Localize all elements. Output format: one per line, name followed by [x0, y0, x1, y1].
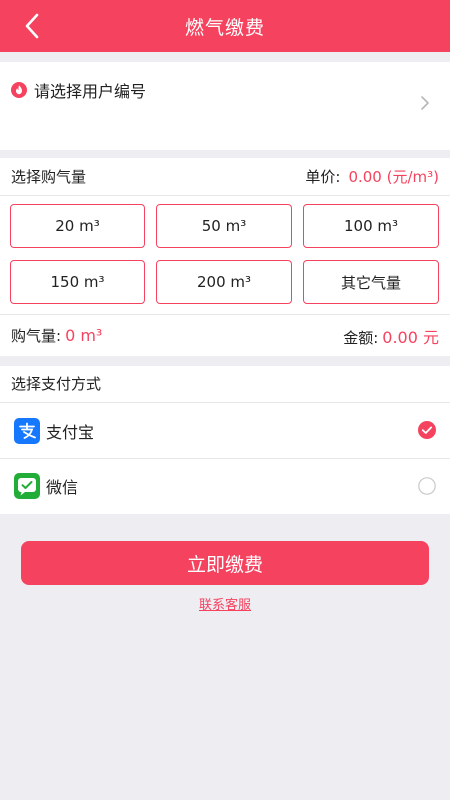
volume-option-100[interactable]: 100 m³	[303, 204, 439, 248]
gas-amount-label: 购气量:	[11, 327, 62, 345]
payment-section: 选择支付方式 支付宝 微信	[0, 366, 450, 514]
payment-method-name: 支付宝	[46, 422, 95, 442]
purchase-summary: 购气量: 0 m³ 金额: 0.00 元	[0, 314, 450, 356]
volume-option-150[interactable]: 150 m³	[10, 260, 145, 304]
purchase-section-title: 选择购气量	[11, 168, 87, 186]
page-title: 燃气缴费	[184, 16, 265, 39]
chevron-left-icon	[25, 13, 39, 39]
total-amount: 金额: 0.00 元	[343, 324, 439, 348]
unit-price-value: 0.00 (元/m³)	[348, 168, 439, 186]
volume-options: 20 m³ 50 m³ 100 m³ 150 m³ 200 m³ 其它气量	[10, 204, 440, 304]
account-label: 请选择用户编号	[34, 82, 147, 101]
gas-amount: 购气量: 0 m³	[11, 325, 102, 346]
gas-amount-value: 0 m³	[65, 326, 103, 345]
chevron-right-icon	[420, 95, 430, 115]
alipay-icon	[14, 417, 40, 444]
payment-method-name: 微信	[46, 478, 79, 497]
payment-method-alipay[interactable]: 支付宝	[0, 403, 450, 458]
flame-icon	[11, 82, 27, 98]
pay-now-button[interactable]: 立即缴费	[21, 541, 429, 585]
back-button[interactable]	[18, 12, 46, 40]
total-amount-label: 金额:	[343, 328, 379, 347]
unit-price: 单价: 0.00 (元/m³)	[305, 166, 439, 187]
payment-section-title: 选择支付方式	[0, 366, 450, 403]
account-selector[interactable]: 请选择用户编号	[0, 62, 450, 150]
radio-unchecked-icon[interactable]	[418, 477, 436, 495]
total-amount-value: 0.00 元	[382, 327, 439, 347]
payment-method-wechat[interactable]: 微信	[0, 458, 450, 513]
contact-support-link[interactable]: 联系客服	[0, 594, 450, 613]
purchase-header: 选择购气量 单价: 0.00 (元/m³)	[0, 158, 450, 196]
purchase-section: 选择购气量 单价: 0.00 (元/m³) 20 m³ 50 m³ 100 m³ …	[0, 158, 450, 356]
radio-checked-icon[interactable]	[418, 421, 436, 439]
volume-option-20[interactable]: 20 m³	[10, 204, 145, 248]
header-bar: 燃气缴费	[0, 0, 450, 52]
wechat-icon	[14, 473, 40, 499]
volume-option-other[interactable]: 其它气量	[303, 260, 439, 304]
volume-option-50[interactable]: 50 m³	[156, 204, 292, 248]
unit-price-label: 单价:	[305, 168, 341, 186]
volume-option-200[interactable]: 200 m³	[156, 260, 292, 304]
